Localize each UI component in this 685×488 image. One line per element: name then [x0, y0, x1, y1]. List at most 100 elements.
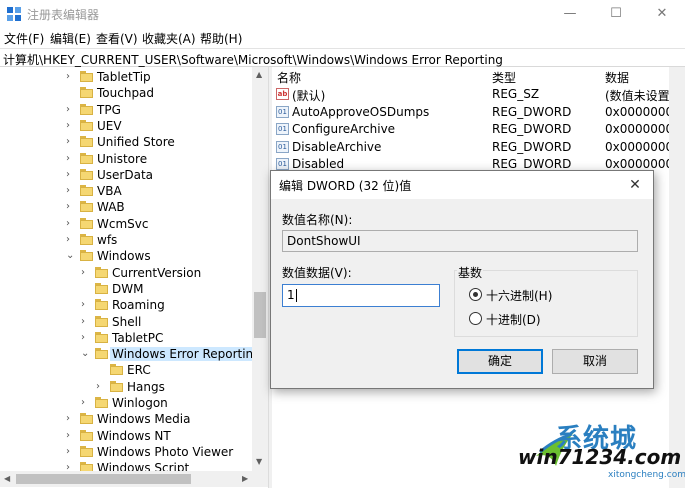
tree-node-label[interactable]: ERC [127, 363, 151, 377]
radio-decimal-label[interactable]: 十进制(D) [486, 311, 541, 328]
tree-node[interactable]: › TabletPC [0, 330, 268, 346]
tree-node[interactable]: › TabletTip [0, 69, 268, 85]
expand-chevron-icon[interactable]: ⌄ [81, 346, 91, 362]
tree-node[interactable]: › WcmSvc [0, 216, 268, 232]
radio-hex[interactable] [469, 288, 482, 301]
tree-node-label[interactable]: Windows Media [97, 412, 190, 426]
radio-hex-label[interactable]: 十六进制(H) [486, 287, 552, 304]
tree-node[interactable]: › Unistore [0, 151, 268, 167]
menu-edit[interactable]: 编辑(E) [50, 30, 91, 47]
tree-node-label[interactable]: CurrentVersion [112, 266, 201, 280]
tree-node[interactable]: › Unified Store [0, 134, 268, 150]
expand-chevron-icon[interactable]: › [81, 314, 91, 330]
tree-node[interactable]: › UserData [0, 167, 268, 183]
expand-chevron-icon[interactable]: › [66, 411, 76, 427]
tree-node[interactable]: › Roaming [0, 297, 268, 313]
expand-chevron-icon[interactable]: › [66, 444, 76, 460]
tree-horizontal-scrollbar[interactable]: ◀ ▶ [0, 471, 268, 487]
tree-node-label[interactable]: Unified Store [97, 135, 175, 149]
expand-chevron-icon[interactable]: › [81, 297, 91, 313]
tree-node-label[interactable]: Windows [97, 249, 151, 263]
tree-node-label[interactable]: Windows Error Reporting [110, 347, 263, 362]
maximize-button[interactable]: ☐ [593, 0, 639, 28]
dialog-close-button[interactable]: ✕ [623, 174, 647, 196]
value-row[interactable]: 01 AutoApproveOSDumps REG_DWORD 0x00000001 … [272, 104, 685, 121]
tree-node-label[interactable]: TabletTip [97, 70, 151, 84]
tree-node[interactable]: › VBA [0, 183, 268, 199]
scroll-right-arrow-icon[interactable]: ▶ [242, 474, 248, 483]
tree-node-label[interactable]: Unistore [97, 152, 147, 166]
close-button[interactable]: ✕ [639, 0, 685, 28]
tree-node[interactable]: › wfs [0, 232, 268, 248]
tree-node[interactable]: › UEV [0, 118, 268, 134]
ok-button[interactable]: 确定 [457, 349, 543, 374]
tree-node-label[interactable]: wfs [97, 233, 117, 247]
tree-node-label[interactable]: DWM [112, 282, 143, 296]
tree-node-label[interactable]: VBA [97, 184, 122, 198]
tree-node-label[interactable]: Winlogon [112, 396, 168, 410]
value-row[interactable]: 01DisableArchiveREG_DWORD0x00000000 (0 [272, 139, 685, 156]
value-row[interactable]: ab (默认) REG_SZ (数值未设置) [272, 86, 685, 103]
tree-node[interactable]: ERC [0, 362, 268, 378]
cancel-button[interactable]: 取消 [552, 349, 638, 374]
address-path[interactable]: 计算机\HKEY_CURRENT_USER\Software\Microsoft… [3, 51, 503, 68]
value-row[interactable]: 01ConfigureArchiveREG_DWORD0x00000001 (1 [272, 121, 685, 138]
tree-node[interactable]: › Hangs [0, 379, 268, 395]
column-header-type[interactable]: 类型 [492, 69, 516, 86]
expand-chevron-icon[interactable]: › [81, 330, 91, 346]
tree-node-label[interactable]: Hangs [127, 380, 165, 394]
tree-node-label[interactable]: Windows NT [97, 429, 171, 443]
menu-help[interactable]: 帮助(H) [200, 30, 242, 47]
expand-chevron-icon[interactable]: › [81, 395, 91, 411]
expand-chevron-icon[interactable]: › [81, 265, 91, 281]
expand-chevron-icon[interactable]: › [66, 183, 76, 199]
tree-node-label[interactable]: Windows Photo Viewer [97, 445, 233, 459]
tree-node-label[interactable]: WAB [97, 200, 125, 214]
tree-node[interactable]: › WAB [0, 199, 268, 215]
tree-node-label[interactable]: TabletPC [112, 331, 163, 345]
column-header-data[interactable]: 数据 [605, 69, 629, 86]
minimize-button[interactable]: — [547, 0, 593, 28]
tree-node-label[interactable]: Touchpad [97, 86, 154, 100]
expand-chevron-icon[interactable] [96, 362, 106, 378]
tree-node[interactable]: › CurrentVersion [0, 265, 268, 281]
expand-chevron-icon[interactable]: › [96, 379, 106, 395]
expand-chevron-icon[interactable]: › [66, 216, 76, 232]
tree-node-label[interactable]: UEV [97, 119, 122, 133]
tree-node[interactable]: › Winlogon [0, 395, 268, 411]
registry-tree[interactable]: › TabletTip Touchpad › TPG › UEV › Unified Store… [0, 67, 268, 473]
tree-node-label[interactable]: UserData [97, 168, 153, 182]
expand-chevron-icon[interactable] [66, 85, 76, 101]
scroll-down-arrow-icon[interactable]: ▼ [256, 457, 262, 466]
tree-vertical-scrollbar[interactable]: ▲ ▼ [252, 67, 268, 471]
expand-chevron-icon[interactable]: › [66, 134, 76, 150]
tree-node[interactable]: › Windows NT [0, 428, 268, 444]
expand-chevron-icon[interactable]: › [66, 232, 76, 248]
tree-node[interactable]: › Windows Photo Viewer [0, 444, 268, 460]
expand-chevron-icon[interactable]: › [66, 428, 76, 444]
tree-scroll-thumb[interactable] [254, 292, 266, 338]
tree-node-label[interactable]: WcmSvc [97, 217, 148, 231]
expand-chevron-icon[interactable]: › [66, 118, 76, 134]
tree-node[interactable]: › Windows Media [0, 411, 268, 427]
radio-decimal[interactable] [469, 312, 482, 325]
tree-node-label[interactable]: TPG [97, 103, 121, 117]
tree-node[interactable]: › TPG [0, 102, 268, 118]
tree-node-label[interactable]: Shell [112, 315, 141, 329]
menu-favorites[interactable]: 收藏夹(A) [142, 30, 196, 47]
expand-chevron-icon[interactable] [81, 281, 91, 297]
tree-node[interactable]: ⌄ Windows Error Reporting [0, 346, 268, 362]
expand-chevron-icon[interactable]: ⌄ [66, 248, 76, 264]
tree-node-label[interactable]: Roaming [112, 298, 165, 312]
tree-node[interactable]: DWM [0, 281, 268, 297]
tree-hscroll-thumb[interactable] [16, 474, 191, 484]
scroll-left-arrow-icon[interactable]: ◀ [4, 474, 10, 483]
expand-chevron-icon[interactable]: › [66, 167, 76, 183]
column-header-name[interactable]: 名称 [277, 69, 301, 86]
menu-view[interactable]: 查看(V) [96, 30, 138, 47]
menu-file[interactable]: 文件(F) [4, 30, 44, 47]
expand-chevron-icon[interactable]: › [66, 102, 76, 118]
address-bar[interactable]: 计算机\HKEY_CURRENT_USER\Software\Microsoft… [0, 48, 685, 67]
tree-node[interactable]: Touchpad [0, 85, 268, 101]
expand-chevron-icon[interactable]: › [66, 151, 76, 167]
